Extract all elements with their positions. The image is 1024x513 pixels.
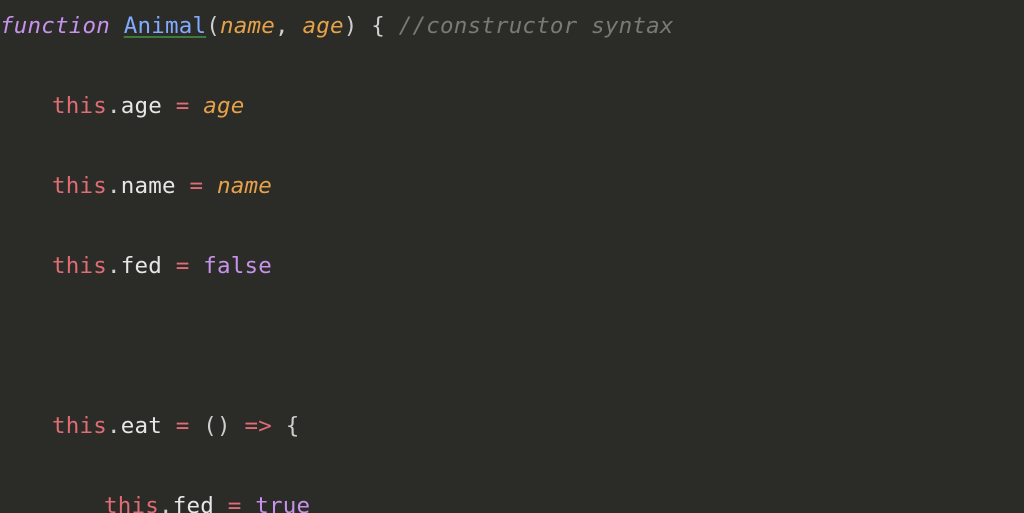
keyword-true: true xyxy=(255,493,310,513)
code-line: this.name = name xyxy=(0,166,1024,206)
op-arrow: => xyxy=(245,413,273,439)
paren-close: ) xyxy=(344,13,358,39)
dot: . xyxy=(107,413,121,439)
op-assign: = xyxy=(228,493,242,513)
keyword-this: this xyxy=(52,413,107,439)
prop-fed: fed xyxy=(121,253,162,279)
dot: . xyxy=(107,93,121,119)
code-line: function Animal(name, age) { //construct… xyxy=(0,6,1024,46)
op-assign: = xyxy=(190,173,204,199)
op-assign: = xyxy=(176,93,190,119)
code-line: this.age = age xyxy=(0,86,1024,126)
brace-open: { xyxy=(371,13,385,39)
dot: . xyxy=(107,253,121,279)
code-editor[interactable]: function Animal(name, age) { //construct… xyxy=(0,0,1024,513)
keyword-this: this xyxy=(52,93,107,119)
ref-name: name xyxy=(217,173,272,199)
paren-open: ( xyxy=(206,13,220,39)
op-assign: = xyxy=(176,413,190,439)
function-name-animal: Animal xyxy=(124,13,206,39)
prop-fed: fed xyxy=(173,493,214,513)
code-line: this.fed = true xyxy=(0,486,1024,513)
code-line: this.eat = () => { xyxy=(0,406,1024,446)
keyword-false: false xyxy=(203,253,272,279)
dot: . xyxy=(159,493,173,513)
dot: . xyxy=(107,173,121,199)
op-assign: = xyxy=(176,253,190,279)
comment-constructor: //constructor syntax xyxy=(399,13,674,39)
code-line: this.fed = false xyxy=(0,246,1024,286)
code-line-blank xyxy=(0,326,1024,366)
keyword-this: this xyxy=(52,253,107,279)
comma: , xyxy=(275,13,289,39)
prop-name: name xyxy=(121,173,176,199)
brace-open: { xyxy=(286,413,300,439)
prop-eat: eat xyxy=(121,413,162,439)
prop-age: age xyxy=(121,93,162,119)
empty-parens: () xyxy=(203,413,231,439)
ref-age: age xyxy=(203,93,244,119)
param-age: age xyxy=(302,13,343,39)
keyword-function: function xyxy=(0,13,110,39)
keyword-this: this xyxy=(104,493,159,513)
param-name: name xyxy=(220,13,275,39)
keyword-this: this xyxy=(52,173,107,199)
